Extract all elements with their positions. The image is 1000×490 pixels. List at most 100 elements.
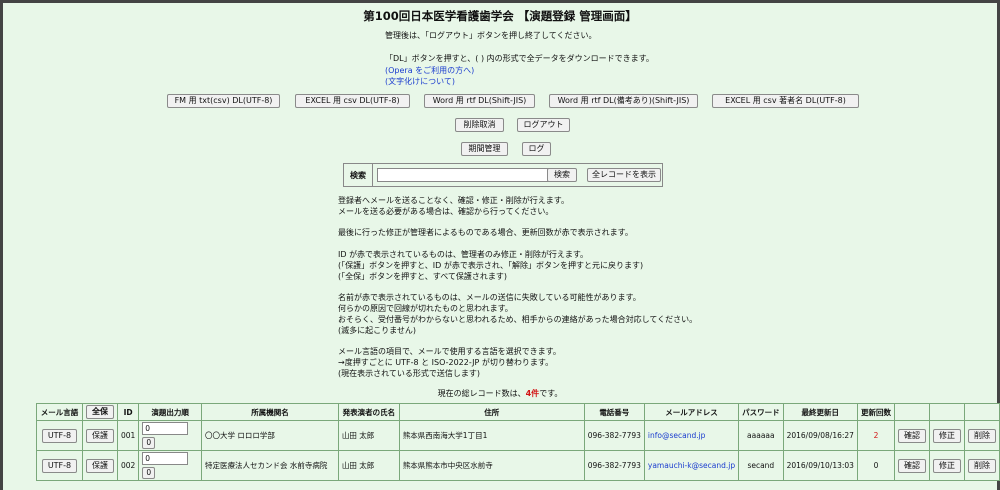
note-line: 何らかの原因で回線が切れたものと思われます。 bbox=[338, 303, 513, 313]
note-gap bbox=[338, 336, 697, 347]
word-rtf-download-button[interactable]: Word 用 rtf DL(Shift-JIS) bbox=[424, 94, 535, 108]
note-gap bbox=[338, 239, 697, 250]
mail-lang-toggle-button[interactable]: UTF-8 bbox=[41, 428, 78, 443]
note-line: (滅多に起こりません) bbox=[338, 325, 417, 335]
cell-presenter: 山田 太郎 bbox=[337, 450, 400, 481]
protect-button[interactable]: 保護 bbox=[85, 428, 114, 443]
mail-lang-toggle-button[interactable]: UTF-8 bbox=[41, 458, 78, 473]
excel-author-download-button[interactable]: EXCEL 用 csv 著者名 DL(UTF-8) bbox=[712, 94, 859, 108]
col-id: ID bbox=[116, 403, 140, 421]
note-gap bbox=[338, 282, 697, 293]
page-title: 第100回日本医学看護歯学会 【演題登録 管理画面】 bbox=[363, 9, 637, 23]
protect-all-button[interactable]: 全保 bbox=[85, 405, 114, 419]
cell-delete: 削除 bbox=[963, 420, 1000, 451]
cell-mail-lang: UTF-8 bbox=[36, 450, 83, 481]
record-count-prefix: 現在の総レコード数は、 bbox=[437, 389, 526, 398]
table-row: UTF-8 保護 002 0 0 特定医療法人セカンド会 水前寺病院 山田 太郎… bbox=[36, 450, 1000, 481]
col-address: 住所 bbox=[398, 403, 585, 421]
excel-csv-download-button[interactable]: EXCEL 用 csv DL(UTF-8) bbox=[295, 94, 410, 108]
cell-presenter: 山田 太郎 bbox=[337, 420, 400, 451]
cell-affiliation: 特定医療法人セカンド会 水前寺病院 bbox=[201, 450, 339, 481]
cell-email[interactable]: info@secand.jp bbox=[643, 420, 740, 451]
record-count-value: 4件 bbox=[525, 389, 540, 398]
cell-confirm: 確認 bbox=[893, 450, 930, 481]
cell-order: 0 0 bbox=[138, 450, 203, 481]
order-input[interactable]: 0 bbox=[142, 452, 189, 465]
order-submit-button[interactable]: 0 bbox=[142, 467, 156, 479]
note-line: おそらく、受付番号がわからないと思われるため、相手からの連絡があった場合対応して… bbox=[338, 314, 698, 324]
cell-email[interactable]: yamauchi-k@secand.jp bbox=[643, 450, 740, 481]
cell-password: secand bbox=[738, 450, 784, 481]
confirm-button[interactable]: 確認 bbox=[897, 458, 926, 473]
logout-button[interactable]: ログアウト bbox=[517, 118, 570, 132]
cell-protect: 保護 bbox=[81, 420, 118, 451]
cell-address: 熊本県西南海大学1丁目1 bbox=[398, 420, 585, 451]
cell-last-updated: 2016/09/10/13:03 bbox=[782, 450, 858, 481]
note-line: 登録者へメールを送ることなく、確認・修正・削除が行えます。 bbox=[338, 196, 569, 205]
table-row: UTF-8 保護 001 0 0 〇〇大学 ロロロ学部 山田 太郎 熊本県西南海… bbox=[36, 420, 1000, 451]
col-last-updated: 最終更新日 bbox=[782, 403, 858, 421]
edit-button[interactable]: 修正 bbox=[932, 428, 961, 443]
order-input[interactable]: 0 bbox=[142, 422, 189, 435]
cell-delete: 削除 bbox=[963, 450, 1000, 481]
note-line: →度押すごとに UTF-8 と ISO-2022-JP が切り替わります。 bbox=[338, 357, 554, 367]
intro-text: 管理後は、「ログアウト」ボタンを押し終了してください。 「DL」ボタンを押すと、… bbox=[385, 30, 654, 88]
col-email: メールアドレス bbox=[643, 403, 740, 421]
delete-button[interactable]: 削除 bbox=[967, 428, 996, 443]
col-presenter: 発表演者の氏名 bbox=[337, 403, 400, 421]
edit-button[interactable]: 修正 bbox=[932, 458, 961, 473]
instructions: 登録者へメールを送ることなく、確認・修正・削除が行えます。 メールを送る必要があ… bbox=[338, 196, 697, 380]
note-line: 名前が赤で表示されているものは、メールの送信に失敗している可能性があります。 bbox=[338, 293, 641, 303]
undo-delete-button[interactable]: 削除取消 bbox=[455, 118, 504, 132]
col-phone: 電話番号 bbox=[583, 403, 645, 421]
fm-txt-download-button[interactable]: FM 用 txt(csv) DL(UTF-8) bbox=[167, 94, 280, 108]
cell-id: 002 bbox=[116, 450, 140, 481]
col-protect-all: 全保 bbox=[81, 403, 118, 421]
note-line: (「保護」ボタンを押すと、ID が赤で表示され、「解除」ボタンを押すと元に戻りま… bbox=[338, 260, 644, 270]
search-input[interactable] bbox=[377, 168, 571, 182]
order-submit-button[interactable]: 0 bbox=[142, 437, 156, 449]
cell-edit: 修正 bbox=[928, 420, 965, 451]
show-all-records-button[interactable]: 全レコードを表示 bbox=[587, 168, 661, 182]
note-line: メール言語の項目で、メールで使用する言語を選択できます。 bbox=[338, 347, 561, 357]
col-password: パスワード bbox=[738, 403, 784, 421]
note-line: メールを送る必要がある場合は、確認から行ってください。 bbox=[338, 206, 554, 216]
col-affiliation: 所属機関名 bbox=[201, 403, 339, 421]
cell-phone: 096-382-7793 bbox=[583, 420, 645, 451]
note-line: ID が赤で表示されているものは、管理者のみ修正・削除が行えます。 bbox=[338, 249, 589, 259]
col-confirm bbox=[893, 403, 930, 421]
confirm-button[interactable]: 確認 bbox=[897, 428, 926, 443]
record-count-suffix: です。 bbox=[539, 389, 563, 398]
cell-edit: 修正 bbox=[928, 450, 965, 481]
log-button[interactable]: ログ bbox=[522, 142, 551, 156]
note-line: (現在表示されている形式で送信します) bbox=[338, 368, 481, 378]
table-header-row: メール言語 全保 ID 演題出力順 所属機関名 発表演者の氏名 住所 電話番号 … bbox=[36, 403, 1000, 421]
logout-note: 管理後は、「ログアウト」ボタンを押し終了してください。 bbox=[385, 31, 597, 40]
cell-address: 熊本県熊本市中央区水前寺 bbox=[398, 450, 585, 481]
charset-link[interactable]: (文字化けについて) bbox=[385, 77, 455, 86]
word-rtf-notes-download-button[interactable]: Word 用 rtf DL(備考あり)(Shift-JIS) bbox=[549, 94, 698, 108]
col-delete bbox=[963, 403, 1000, 421]
cell-mail-lang: UTF-8 bbox=[36, 420, 83, 451]
search-divider bbox=[372, 164, 373, 186]
cell-affiliation: 〇〇大学 ロロロ学部 bbox=[201, 420, 339, 451]
cell-password: aaaaaa bbox=[738, 420, 784, 451]
col-edit bbox=[928, 403, 965, 421]
protect-button[interactable]: 保護 bbox=[85, 458, 114, 473]
note-line: (「全保」ボタンを押すと、すべて保護されます) bbox=[338, 271, 508, 281]
cell-confirm: 確認 bbox=[893, 420, 930, 451]
search-panel: 検索 検索 全レコードを表示 bbox=[343, 163, 663, 187]
delete-button[interactable]: 削除 bbox=[967, 458, 996, 473]
cell-last-updated: 2016/09/08/16:27 bbox=[782, 420, 858, 451]
search-button[interactable]: 検索 bbox=[547, 168, 577, 182]
cell-order: 0 0 bbox=[138, 420, 203, 451]
period-management-button[interactable]: 期間管理 bbox=[461, 142, 508, 156]
note-gap bbox=[338, 218, 697, 229]
cell-update-count: 0 bbox=[856, 450, 895, 481]
col-mail-lang: メール言語 bbox=[36, 403, 83, 421]
note-line: 最後に行った修正が管理者によるものである場合、更新回数が赤で表示されます。 bbox=[338, 228, 633, 238]
col-update-count: 更新回数 bbox=[856, 403, 895, 421]
cell-update-count: 2 bbox=[856, 420, 895, 451]
cell-protect: 保護 bbox=[81, 450, 118, 481]
opera-link[interactable]: (Opera をご利用の方へ) bbox=[385, 66, 474, 75]
